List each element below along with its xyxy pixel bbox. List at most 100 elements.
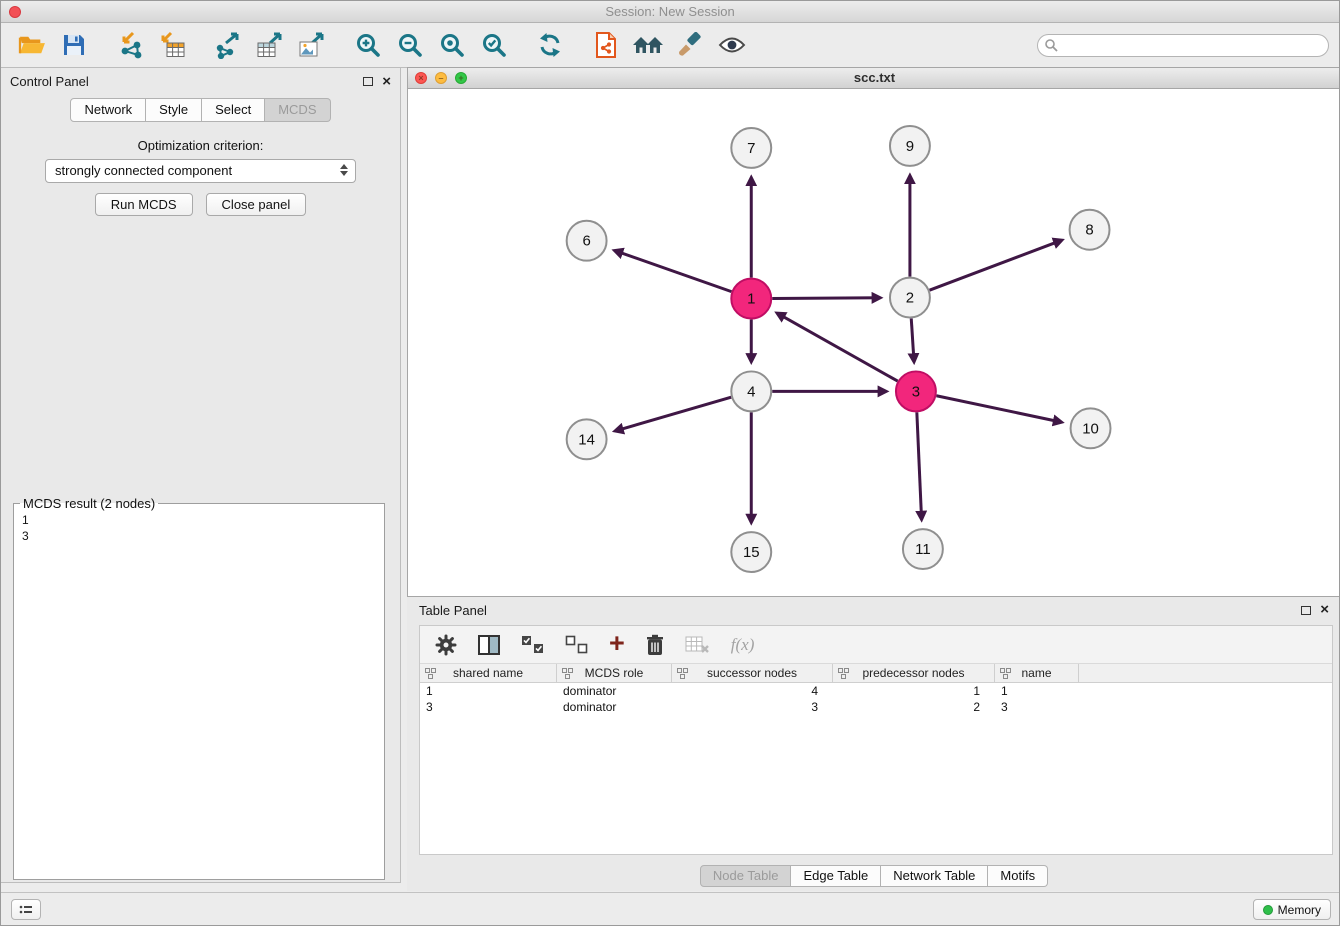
edge-2-3[interactable] xyxy=(911,319,914,362)
zoom-out-icon xyxy=(397,32,423,58)
import-table-button[interactable] xyxy=(151,26,193,64)
node-label: 7 xyxy=(747,140,755,157)
open-file-button[interactable] xyxy=(11,26,53,64)
edge-3-1[interactable] xyxy=(777,313,897,381)
style-brush-button[interactable] xyxy=(669,26,711,64)
export-network-button[interactable] xyxy=(207,26,249,64)
export-image-button[interactable] xyxy=(291,26,333,64)
function-builder-icon[interactable]: f(x) xyxy=(731,635,755,655)
mcds-result-line: 3 xyxy=(22,528,376,544)
tab-edge-table[interactable]: Edge Table xyxy=(791,865,881,887)
node-6[interactable]: 6 xyxy=(567,221,607,261)
tab-network[interactable]: Network xyxy=(70,98,146,122)
optimization-criterion-label: Optimization criterion: xyxy=(1,138,400,153)
network-graph[interactable]: 7 9 6 8 1 2 4 3 14 10 15 11 xyxy=(408,89,1340,596)
table-row[interactable]: 1dominator411 xyxy=(420,683,1332,699)
export-table-icon xyxy=(256,31,284,59)
node-label: 4 xyxy=(747,383,755,400)
table-close-icon[interactable]: × xyxy=(1320,604,1329,616)
zoom-in-button[interactable] xyxy=(347,26,389,64)
column-header-successor-nodes[interactable]: successor nodes xyxy=(672,664,833,682)
tab-mcds[interactable]: MCDS xyxy=(265,98,330,122)
node-10[interactable]: 10 xyxy=(1071,408,1111,448)
settings-gear-icon[interactable] xyxy=(435,634,457,656)
node-2[interactable]: 2 xyxy=(890,278,930,318)
column-visibility-icon[interactable] xyxy=(478,635,500,655)
column-header-shared-name[interactable]: shared name xyxy=(420,664,557,682)
network-minimize-button[interactable]: – xyxy=(435,72,447,84)
node-7[interactable]: 7 xyxy=(731,128,771,168)
export-network-icon xyxy=(214,31,242,59)
window-title: Session: New Session xyxy=(1,1,1339,22)
column-header-predecessor-nodes[interactable]: predecessor nodes xyxy=(833,664,995,682)
zoom-fit-button[interactable] xyxy=(431,26,473,64)
search-field-wrap xyxy=(1037,34,1329,57)
show-hide-panel-button[interactable] xyxy=(711,26,753,64)
column-header-name[interactable]: name xyxy=(995,664,1079,682)
cell-shared_name: 3 xyxy=(420,699,557,715)
window-close-button[interactable] xyxy=(9,6,21,18)
control-panel: Control Panel × Network Style Select MCD… xyxy=(1,68,401,883)
node-label: 10 xyxy=(1082,420,1099,437)
close-panel-icon[interactable]: × xyxy=(382,76,391,88)
run-mcds-button[interactable]: Run MCDS xyxy=(95,193,193,216)
import-network-button[interactable] xyxy=(109,26,151,64)
memory-button[interactable]: Memory xyxy=(1253,899,1331,920)
edge-4-14[interactable] xyxy=(615,397,731,431)
save-session-button[interactable] xyxy=(53,26,95,64)
tab-select[interactable]: Select xyxy=(202,98,265,122)
network-close-button[interactable]: × xyxy=(415,72,427,84)
column-tree-icon xyxy=(1000,668,1011,679)
node-14[interactable]: 14 xyxy=(567,419,607,459)
dropdown-stepper-icon xyxy=(340,164,348,176)
zoom-out-button[interactable] xyxy=(389,26,431,64)
task-history-button[interactable] xyxy=(11,899,41,920)
delete-table-icon[interactable] xyxy=(685,636,710,654)
deselect-all-icon[interactable] xyxy=(565,635,588,654)
criterion-dropdown[interactable]: strongly connected component xyxy=(45,159,356,183)
column-label: name xyxy=(1021,666,1051,680)
table-float-icon[interactable] xyxy=(1301,606,1311,615)
edge-3-11[interactable] xyxy=(917,412,922,519)
zoom-fit-icon xyxy=(439,32,465,58)
tab-motifs[interactable]: Motifs xyxy=(988,865,1048,887)
edge-2-8[interactable] xyxy=(930,240,1062,290)
refresh-icon xyxy=(537,32,563,58)
table-tabs: Node Table Edge Table Network Table Moti… xyxy=(407,865,1340,887)
tab-node-table[interactable]: Node Table xyxy=(700,865,792,887)
tab-network-table[interactable]: Network Table xyxy=(881,865,988,887)
window-titlebar: Session: New Session xyxy=(1,1,1339,23)
zoom-selected-button[interactable] xyxy=(473,26,515,64)
node-1[interactable]: 1 xyxy=(731,279,771,319)
edge-1-2[interactable] xyxy=(772,298,880,299)
import-network-icon xyxy=(116,31,144,59)
add-row-icon[interactable]: + xyxy=(609,633,625,653)
float-panel-icon[interactable] xyxy=(363,77,373,86)
node-11[interactable]: 11 xyxy=(903,529,943,569)
delete-row-trash-icon[interactable] xyxy=(646,634,664,656)
export-table-button[interactable] xyxy=(249,26,291,64)
table-row[interactable]: 3dominator323 xyxy=(420,699,1332,715)
refresh-layout-button[interactable] xyxy=(529,26,571,64)
first-neighbors-button[interactable] xyxy=(627,26,669,64)
node-4[interactable]: 4 xyxy=(731,371,771,411)
zoom-selected-icon xyxy=(481,32,507,58)
edge-1-6[interactable] xyxy=(615,251,732,292)
table-panel-header: Table Panel × xyxy=(407,597,1340,623)
node-8[interactable]: 8 xyxy=(1070,210,1110,250)
node-3[interactable]: 3 xyxy=(896,371,936,411)
tab-style[interactable]: Style xyxy=(146,98,202,122)
save-floppy-icon xyxy=(62,33,86,57)
network-window-titlebar: × – + scc.txt xyxy=(408,68,1340,89)
search-input[interactable] xyxy=(1037,34,1329,57)
open-network-in-browser-button[interactable] xyxy=(585,26,627,64)
select-all-icon[interactable] xyxy=(521,635,544,654)
close-panel-button[interactable]: Close panel xyxy=(206,193,307,216)
edge-3-10[interactable] xyxy=(936,396,1061,422)
cell-shared_name: 1 xyxy=(420,683,557,699)
column-header-mcds-role[interactable]: MCDS role xyxy=(557,664,672,682)
network-zoom-button[interactable]: + xyxy=(455,72,467,84)
node-9[interactable]: 9 xyxy=(890,126,930,166)
node-label: 11 xyxy=(915,541,931,558)
node-15[interactable]: 15 xyxy=(731,532,771,572)
